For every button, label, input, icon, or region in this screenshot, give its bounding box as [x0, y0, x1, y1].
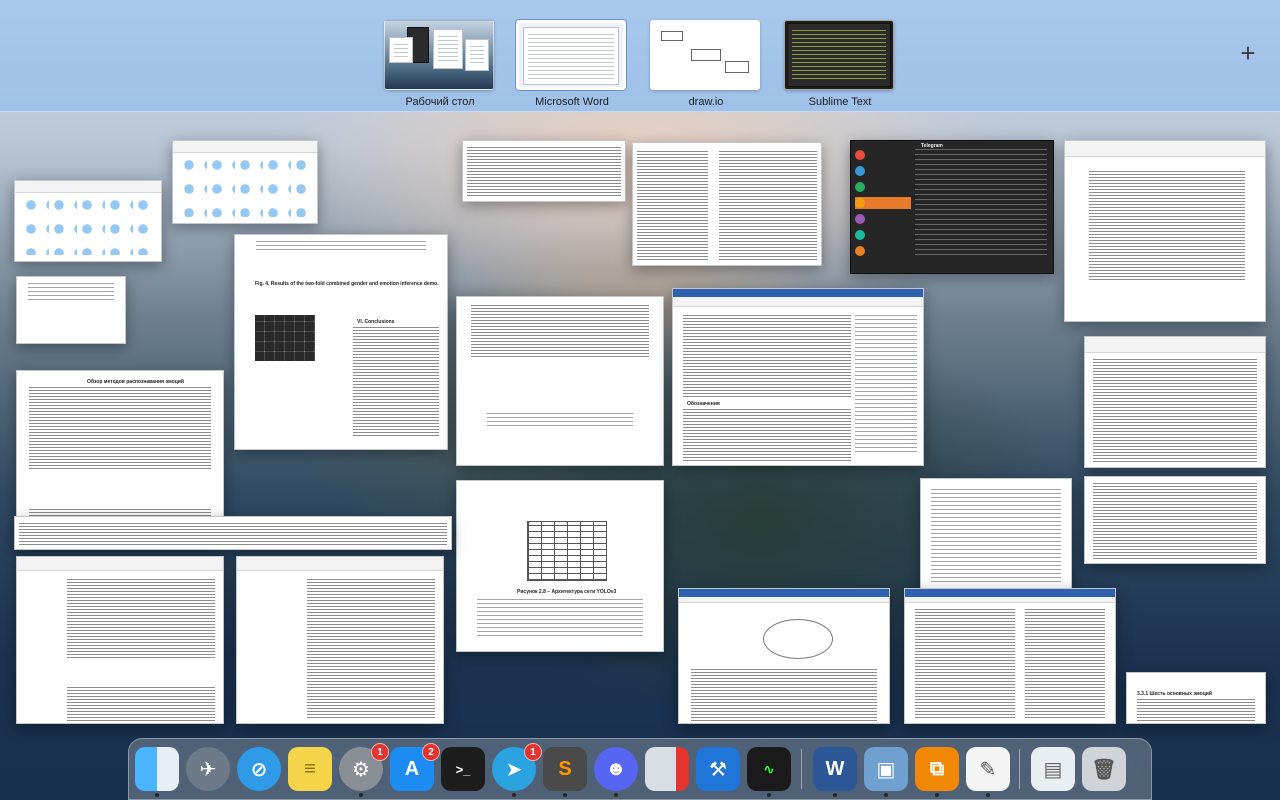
activity-monitor-icon[interactable]: ∿ [747, 747, 791, 797]
system-preferences-icon[interactable]: ⚙ 1 [339, 743, 389, 797]
dock-separator [1019, 749, 1020, 789]
text-editor-window[interactable] [16, 276, 126, 344]
word-window-formatting[interactable] [632, 142, 822, 266]
textedit-icon[interactable]: ✎ [966, 747, 1010, 797]
space-label: Sublime Text [808, 96, 872, 108]
system-preferences-badge: 1 [371, 743, 389, 761]
dock: ✈ ⊘ ≡ ⚙ 1 A 2 >_ ➤ 1 S ☻ ⚒ ∿ W ▣ ⧉ ✎ ▤ 🗑 [128, 738, 1152, 800]
preferences-window[interactable] [920, 478, 1072, 594]
space-drawio-thumbnail[interactable] [650, 20, 760, 90]
space-sublime-text[interactable]: Sublime Text [784, 20, 896, 108]
finder-icon[interactable] [135, 747, 179, 797]
telegram-icon[interactable]: ➤ 1 [492, 743, 542, 797]
discord-icon[interactable]: ☻ [594, 747, 638, 797]
finder-window[interactable] [14, 180, 162, 262]
faces-figure [255, 315, 315, 361]
paper-figure-caption: Fig. 4. Results of the two-fold combined… [255, 281, 439, 287]
pdf-paper-window[interactable]: Fig. 4. Results of the two-fold combined… [234, 234, 448, 450]
space-label: Microsoft Word [535, 96, 609, 108]
document-heading: Обзор методов распознавания эмоций [87, 379, 184, 385]
word-section-title: Обозначения [687, 401, 720, 407]
trash-icon[interactable]: 🗑 [1082, 747, 1126, 791]
word-graph-window[interactable] [678, 588, 890, 724]
word-text-window[interactable] [1084, 476, 1266, 564]
safari-icon[interactable]: ⊘ [237, 747, 281, 791]
word-main-window[interactable]: Обозначения [672, 288, 924, 466]
document-strip-window[interactable] [14, 516, 452, 550]
space-drawio[interactable]: draw.io [650, 20, 762, 108]
mission-control-spaces-bar: Рабочий стол Microsoft Word draw.io Subl… [0, 0, 1280, 112]
terminal-icon[interactable]: >_ [441, 747, 485, 791]
finder-window[interactable] [172, 140, 318, 224]
text-window[interactable] [462, 140, 626, 202]
app-store-icon[interactable]: A 2 [390, 743, 440, 791]
telegram-badge: 1 [524, 743, 542, 761]
yolo-document-window[interactable]: Рисунок 2.8 – Архитектура сети YOLOv3 [456, 480, 664, 652]
word-window-2[interactable] [1084, 336, 1266, 468]
space-desktop-thumbnail[interactable] [384, 20, 494, 90]
dock-separator [801, 749, 802, 789]
paper-section-title: VI. Conclusions [357, 319, 395, 325]
space-label: draw.io [688, 96, 724, 108]
word-window-3[interactable] [904, 588, 1116, 724]
drawio-icon[interactable]: ⧉ [915, 747, 959, 797]
word-page-window[interactable] [456, 296, 664, 466]
app-store-badge: 2 [422, 743, 440, 761]
thesis-window[interactable]: 3.3.1 Шесть основных эмоций [1126, 672, 1266, 724]
space-label: Рабочий стол [405, 96, 475, 108]
yolo-architecture-table [527, 521, 607, 581]
launchpad-icon[interactable]: ✈ [186, 747, 230, 791]
word-comments-window[interactable] [16, 556, 224, 724]
telegram-title: Telegram [921, 143, 943, 149]
parallels-icon[interactable] [645, 747, 689, 791]
graph-figure [763, 619, 833, 659]
yolo-figure-caption: Рисунок 2.8 – Архитектура сети YOLOv3 [517, 589, 617, 595]
word-formulas-window[interactable] [236, 556, 444, 724]
word-icon[interactable]: W [813, 747, 857, 797]
thesis-heading: 3.3.1 Шесть основных эмоций [1137, 691, 1212, 697]
telegram-window[interactable]: Telegram [850, 140, 1054, 274]
word-window-right[interactable] [1064, 140, 1266, 322]
preview-icon[interactable]: ▣ [864, 747, 908, 797]
notes-icon[interactable]: ≡ [288, 747, 332, 791]
space-desktop[interactable]: Рабочий стол [384, 20, 496, 108]
space-sublime-thumbnail[interactable] [784, 20, 894, 90]
add-space-button[interactable]: + [1234, 40, 1262, 68]
downloads-stack-icon[interactable]: ▤ [1031, 747, 1075, 791]
sublime-text-icon[interactable]: S [543, 747, 587, 797]
xcode-icon[interactable]: ⚒ [696, 747, 740, 791]
space-microsoft-word[interactable]: Microsoft Word [516, 20, 628, 108]
space-word-thumbnail[interactable] [516, 20, 626, 90]
